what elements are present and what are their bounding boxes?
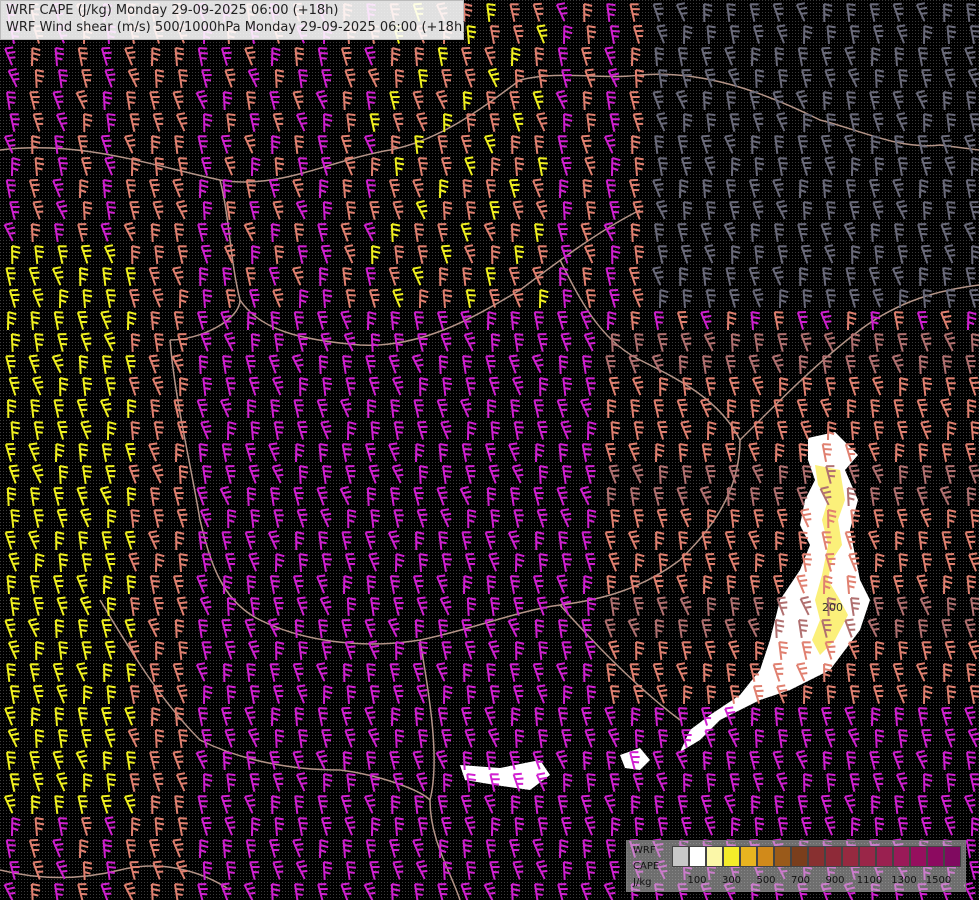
legend-swatch [927,846,944,867]
legend-swatch [723,846,740,867]
legend-swatch [893,846,910,867]
legend-swatch [757,846,774,867]
legend-swatch [689,846,706,867]
legend-swatch [808,846,825,867]
legend-label-model: WRF [633,845,656,856]
legend-tick-label: 500 [756,875,776,886]
legend-swatch [859,846,876,867]
legend-tick-label: 1300 [891,875,917,886]
legend-swatch [876,846,893,867]
legend-tick-label: 1500 [925,875,952,886]
legend-tick-label: 900 [825,875,845,886]
cape-contour-label: 200 [822,601,843,614]
wind-shear-title: WRF Wind shear (m/s) 500/1000hPa Monday … [6,20,468,35]
map-title-box: WRF CAPE (J/kg) Monday 29-09-2025 06:00 … [0,0,468,40]
legend-swatch [740,846,757,867]
legend-swatch [774,846,791,867]
legend-swatch [910,846,927,867]
legend-swatch [706,846,723,867]
legend-swatch [842,846,859,867]
legend-swatch [791,846,808,867]
legend-tick-labels: 100 300 500 700 900 1100 1300 1500 [672,875,962,889]
legend-tick-label: 1100 [856,875,883,886]
legend-tick-label: 100 [687,875,707,886]
legend-label-field: CAPE [633,861,660,872]
legend-tick-label: 700 [790,875,811,886]
legend-swatches [672,846,961,867]
legend-label-unit: J/kg [633,877,652,888]
weather-map: 200 [0,0,979,900]
cape-title: WRF CAPE (J/kg) Monday 29-09-2025 06:00 … [6,3,339,18]
legend-swatch [672,846,689,867]
legend-swatch [944,846,961,867]
cape-legend: WRF CAPE J/kg 100 300 500 700 900 1100 1300 150… [626,840,966,892]
legend-swatch [825,846,842,867]
legend-tick-label: 300 [721,875,742,886]
